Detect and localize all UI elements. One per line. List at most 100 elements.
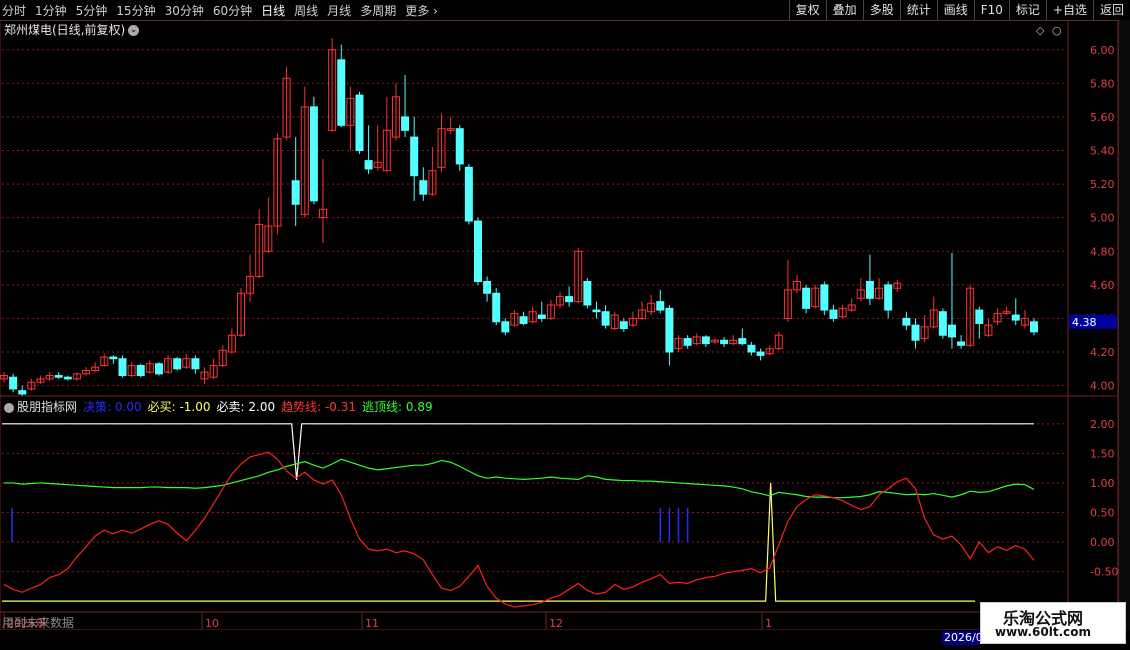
tool-button-1[interactable]: 叠加 [825, 0, 863, 20]
price-tick-label: 5.00 [1090, 212, 1115, 225]
diamond-icon: ◇ [1036, 24, 1045, 37]
time-axis-label: 10 [205, 617, 219, 630]
sell-line [2, 423, 1034, 481]
right-side-panel[interactable] [1118, 20, 1130, 630]
candle-body [309, 106, 318, 202]
candle-body [701, 336, 710, 345]
indicator-tick-label: 2.00 [1090, 418, 1115, 431]
candle-body [410, 136, 419, 177]
period-tab-8[interactable]: 月线 [327, 2, 351, 19]
tool-button-4[interactable]: 画线 [936, 0, 974, 20]
tool-button-5[interactable]: F10 [973, 0, 1009, 20]
escape-line [4, 458, 1035, 499]
indicator-tick-label: 0.50 [1090, 506, 1115, 519]
indicator-name: 股朋指标网 [17, 400, 78, 414]
candle-body [519, 316, 528, 324]
period-tab-5[interactable]: 60分钟 [213, 2, 252, 19]
tool-button-2[interactable]: 多股 [862, 0, 900, 20]
time-axis-label: 12 [549, 617, 563, 630]
period-toolbar: 分时 1分钟 5分钟 15分钟 30分钟 60分钟 日线 周线 月线 多周期 更多 › 复权 叠加 多股… [0, 0, 1130, 21]
price-tick-label: 6.00 [1090, 44, 1115, 57]
indicator-tick-label: 0.00 [1090, 536, 1115, 549]
price-tick-label: 4.20 [1090, 346, 1115, 359]
candle-body [957, 341, 966, 346]
period-tab-3[interactable]: 15分钟 [116, 2, 155, 19]
candle-body [18, 390, 27, 395]
period-tab-1[interactable]: 1分钟 [35, 2, 67, 19]
time-axis-label: 11 [365, 617, 379, 630]
indicator-field-0: 决策: 0.00 [83, 400, 142, 414]
period-tab-4[interactable]: 30分钟 [165, 2, 204, 19]
watermark-line2: www.60lt.com [995, 625, 1092, 639]
candle-body [820, 284, 829, 311]
candle-body [455, 128, 464, 165]
candle-body [738, 338, 747, 345]
candle-body [118, 358, 127, 377]
candle-body [291, 180, 300, 205]
candle-body [665, 307, 674, 353]
candle-body [747, 344, 756, 353]
candle-body [592, 309, 601, 313]
tool-button-8[interactable]: 返回 [1092, 0, 1130, 20]
indicator-legend: 股朋指标网 决策: 0.00 必买: -1.00 必卖: 2.00 趋势线: -0.31… [4, 398, 439, 415]
price-tick-label: 5.60 [1090, 111, 1115, 124]
candle-body [501, 321, 510, 333]
candle-body [884, 284, 893, 311]
candle-body [583, 280, 592, 306]
candle-body [829, 309, 838, 319]
candle-body [601, 311, 610, 326]
price-tick-label: 4.80 [1090, 245, 1115, 258]
period-tab-7[interactable]: 周线 [294, 2, 318, 19]
candle-body [938, 311, 947, 336]
tool-button-0[interactable]: 复权 [788, 0, 826, 20]
indicator-field-1: 必买: -1.00 [147, 400, 211, 414]
tool-button-7[interactable]: +自选 [1045, 0, 1093, 20]
candle-body [355, 94, 364, 152]
period-tab-2[interactable]: 5分钟 [76, 2, 108, 19]
year-badge: 2026/0 [942, 631, 980, 645]
period-tab-0[interactable]: 分时 [2, 2, 26, 19]
period-tab-6[interactable]: 日线 [261, 2, 285, 19]
price-tick-label: 4.60 [1090, 279, 1115, 292]
indicator-field-2: 必卖: 2.00 [216, 400, 276, 414]
candle-body [492, 292, 501, 323]
period-tab-9[interactable]: 多周期 [360, 2, 396, 19]
candle-body [683, 338, 692, 346]
indicator-tick-label: 1.00 [1090, 477, 1115, 490]
candle-body [136, 364, 145, 377]
candle-body [865, 280, 874, 299]
candle-body [1030, 321, 1038, 333]
future-data-note: 用到未来数据 [2, 616, 75, 630]
candle-body [619, 321, 628, 330]
candle-body [756, 351, 765, 356]
sub-panel-frame [0, 395, 1118, 630]
tool-button-3[interactable]: 统计 [899, 0, 937, 20]
candle-body [802, 287, 811, 309]
candle-body [109, 356, 118, 360]
candle-body [656, 301, 665, 311]
candle-body [401, 116, 410, 131]
period-tab-10[interactable]: 更多 › [405, 2, 438, 19]
kline-chart[interactable]: 6.005.805.605.405.205.004.804.604.404.20… [0, 20, 1118, 630]
time-axis-label: 1 [765, 617, 772, 630]
indicator-tick-label: -0.50 [1090, 566, 1118, 579]
candle-body [364, 160, 373, 170]
collapse-icon[interactable] [4, 402, 14, 413]
candle-body [975, 309, 984, 324]
tool-button-6[interactable]: 标记 [1008, 0, 1046, 20]
candle-body [1011, 314, 1020, 321]
candle-body [464, 166, 473, 222]
price-tick-label: 4.00 [1090, 380, 1115, 393]
price-tick-label: 5.80 [1090, 77, 1115, 90]
candle-body [337, 59, 346, 126]
candle-body [154, 363, 163, 375]
candle-body [54, 375, 63, 378]
candle-body [191, 358, 200, 370]
circle-icon: ○ [1052, 24, 1062, 37]
candle-body [483, 280, 492, 294]
candle-body [473, 220, 482, 282]
candle-body [419, 180, 428, 195]
candle-body [911, 324, 920, 341]
period-tabs: 分时 1分钟 5分钟 15分钟 30分钟 60分钟 日线 周线 月线 多周期 更多 › [2, 0, 447, 20]
last-price-text: 4.38 [1072, 316, 1097, 329]
